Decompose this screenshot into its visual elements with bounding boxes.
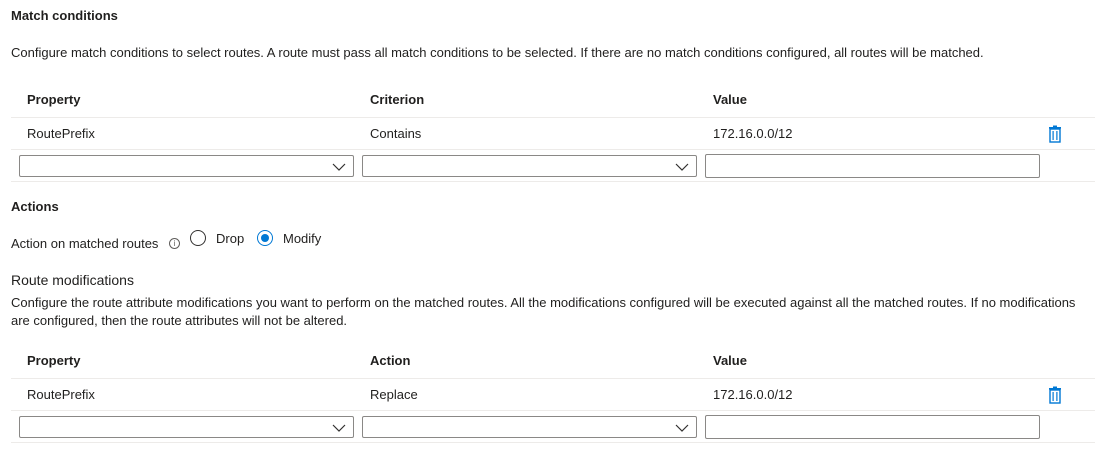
match-header-divider: [11, 117, 1095, 118]
modify-radio-label[interactable]: Modify: [283, 231, 321, 246]
delete-mod-row-icon[interactable]: [1047, 386, 1063, 404]
modify-radio[interactable]: [257, 230, 273, 246]
mod-header-divider: [11, 378, 1095, 379]
drop-radio[interactable]: [190, 230, 206, 246]
match-value-input[interactable]: [705, 154, 1040, 178]
match-column-value: Value: [713, 92, 747, 107]
mod-row-action: Replace: [370, 387, 418, 402]
chevron-down-icon: [332, 163, 346, 171]
match-conditions-heading: Match conditions: [11, 8, 118, 23]
delete-match-row-icon[interactable]: [1047, 125, 1063, 143]
match-property-dropdown[interactable]: [19, 155, 354, 177]
mod-row-divider: [11, 410, 1095, 411]
match-column-criterion: Criterion: [370, 92, 425, 107]
route-modifications-description-line1: Configure the route attribute modificati…: [11, 295, 1076, 310]
match-conditions-description: Configure match conditions to select rou…: [11, 45, 984, 60]
match-row-criterion: Contains: [370, 126, 422, 141]
mod-new-row-divider: [11, 442, 1095, 443]
match-new-row-divider: [11, 181, 1095, 182]
actions-heading: Actions: [11, 199, 59, 214]
mod-row-property: RoutePrefix: [27, 387, 95, 402]
match-column-property: Property: [27, 92, 81, 107]
chevron-down-icon: [332, 424, 346, 432]
chevron-down-icon: [675, 424, 689, 432]
mod-column-value: Value: [713, 353, 747, 368]
match-row-value: 172.16.0.0/12: [713, 126, 793, 141]
match-row-divider: [11, 149, 1095, 150]
action-on-matched-routes-label: Action on matched routes: [11, 236, 159, 251]
info-icon[interactable]: i: [169, 238, 180, 249]
mod-row-value: 172.16.0.0/12: [713, 387, 793, 402]
route-modifications-heading: Route modifications: [11, 272, 134, 288]
match-row-property: RoutePrefix: [27, 126, 95, 141]
mod-column-action: Action: [370, 353, 411, 368]
mod-action-dropdown[interactable]: [362, 416, 697, 438]
mod-property-dropdown[interactable]: [19, 416, 354, 438]
mod-column-property: Property: [27, 353, 81, 368]
route-modifications-description-line2: are configured, then the route attribute…: [11, 313, 348, 328]
chevron-down-icon: [675, 163, 689, 171]
match-criterion-dropdown[interactable]: [362, 155, 697, 177]
mod-value-input[interactable]: [705, 415, 1040, 439]
drop-radio-label[interactable]: Drop: [216, 231, 244, 246]
